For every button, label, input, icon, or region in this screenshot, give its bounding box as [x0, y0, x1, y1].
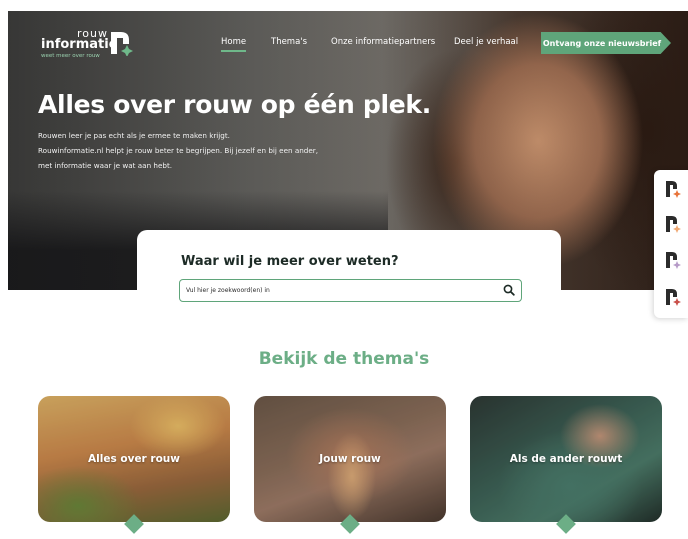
logo-mark-red-icon[interactable]: [665, 288, 681, 308]
search-input[interactable]: [186, 283, 486, 298]
side-toolbar: [654, 170, 688, 318]
search-icon[interactable]: [503, 284, 515, 296]
nav-home[interactable]: Home: [221, 37, 247, 52]
nav-themas[interactable]: Thema's: [271, 37, 307, 47]
logo-mark-peach-icon[interactable]: [665, 215, 681, 235]
hero-title: Alles over rouw op één plek.: [38, 90, 431, 119]
theme-card-label: Als de ander rouwt: [509, 453, 623, 465]
newsletter-button[interactable]: Ontvang onze nieuwsbrief: [541, 32, 671, 54]
logo-mark-orange-icon[interactable]: [665, 180, 681, 200]
hero-text-line-1: Rouwen leer je pas echt als je ermee te …: [38, 131, 230, 140]
logo-tagline: weet meer over rouw: [41, 53, 100, 59]
logo-word-informatie: informatie: [41, 37, 118, 52]
nav-informatiepartners[interactable]: Onze informatiepartners: [331, 37, 435, 47]
logo-mark-lilac-icon[interactable]: [665, 251, 681, 271]
nav-deel-je-verhaal[interactable]: Deel je verhaal: [454, 37, 518, 47]
hero-text-line-3: met informatie waar je wat aan hebt.: [38, 161, 173, 170]
logo-mark-icon: [111, 32, 133, 56]
themes-title: Bekijk de thema's: [258, 349, 430, 369]
theme-card-alles-over-rouw[interactable]: Alles over rouw: [38, 396, 230, 522]
theme-card-label: Alles over rouw: [88, 453, 180, 465]
theme-card-als-de-ander-rouwt[interactable]: Als de ander rouwt: [470, 396, 662, 522]
site-logo[interactable]: rouw informatie weet meer over rouw: [41, 27, 141, 63]
search-box[interactable]: [179, 279, 522, 302]
search-title: Waar wil je meer over weten?: [181, 254, 399, 269]
theme-card-jouw-rouw[interactable]: Jouw rouw: [254, 396, 446, 522]
hero-text-line-2: Rouwinformatie.nl helpt je rouw beter te…: [38, 146, 319, 155]
theme-card-label: Jouw rouw: [319, 453, 381, 465]
search-card: Waar wil je meer over weten?: [137, 230, 561, 325]
